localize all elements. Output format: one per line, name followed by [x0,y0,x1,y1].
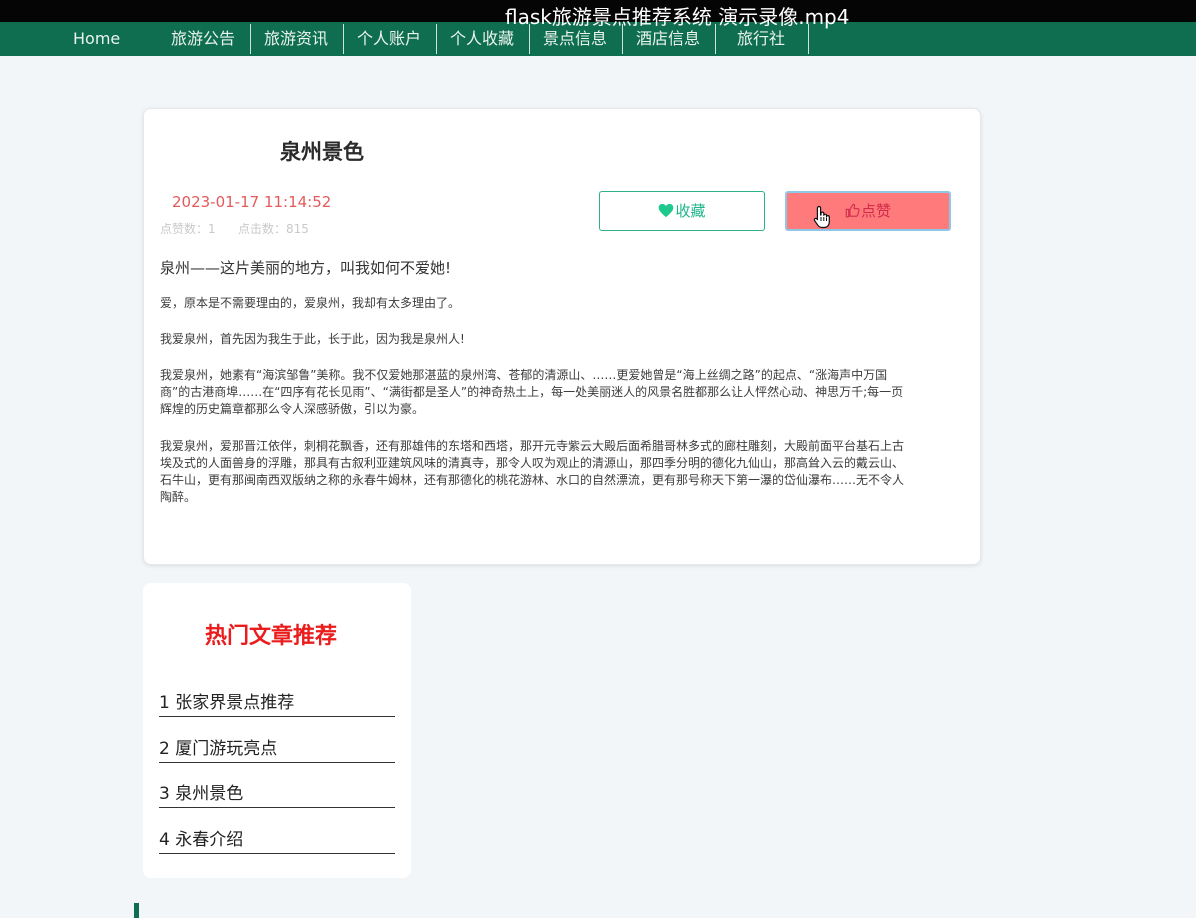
article-paragraph: 爱，原本是不需要理由的，爱泉州，我却有太多理由了。 [160,296,461,310]
click-count: 点击数：815 [238,222,309,236]
thumb-up-icon [845,195,860,231]
favorite-label: 收藏 [675,202,706,220]
like-label: 点赞 [860,202,891,220]
heart-icon [658,194,674,232]
hot-articles-title: 热门文章推荐 [205,624,338,649]
nav-divider [436,24,437,54]
like-button[interactable]: 点赞 [785,191,951,231]
hot-article-link[interactable]: 2 厦门游玩亮点 [159,737,395,763]
video-title: flask旅游景点推荐系统 演示录像.mp4 [505,5,850,29]
article-paragraph: 我爱泉州，她素有“海滨邹鲁”美称。我不仅爱她那湛蓝的泉州湾、苍郁的清源山、……更… [160,368,904,416]
article-paragraph: 我爱泉州，首先因为我生于此，长于此，因为我是泉州人! [160,332,465,346]
nav-account[interactable]: 个人账户 [357,22,421,56]
hot-article-link[interactable]: 1 张家界景点推荐 [159,691,395,717]
hot-article-link[interactable]: 4 永春介绍 [159,828,395,854]
like-count: 点赞数：1 [160,222,216,236]
article-card: 泉州景色 2023-01-17 11:14:52 点赞数：1 点击数：815 收… [143,108,981,565]
article-lead: 泉州——这片美丽的地方，叫我如何不爱她! [160,259,452,277]
nav-divider [343,24,344,54]
hot-article-link[interactable]: 3 泉州景色 [159,782,395,808]
nav-announcements[interactable]: 旅游公告 [171,22,235,56]
nav-divider [250,24,251,54]
nav-home[interactable]: Home [73,22,120,56]
hand-pointer-icon [813,205,831,233]
hot-articles-panel: 热门文章推荐 1 张家界景点推荐 2 厦门游玩亮点 3 泉州景色 4 永春介绍 [143,583,411,878]
favorite-button[interactable]: 收藏 [599,191,765,231]
nav-travel-news[interactable]: 旅游资讯 [264,22,328,56]
article-paragraph: 我爱泉州，爱那晋江依伴，刺桐花飘香，还有那雄伟的东塔和西塔，那开元寺紫云大殿后面… [160,439,905,504]
footer-accent-bar [134,903,139,918]
article-title: 泉州景色 [280,140,364,164]
article-date: 2023-01-17 11:14:52 [172,193,332,211]
